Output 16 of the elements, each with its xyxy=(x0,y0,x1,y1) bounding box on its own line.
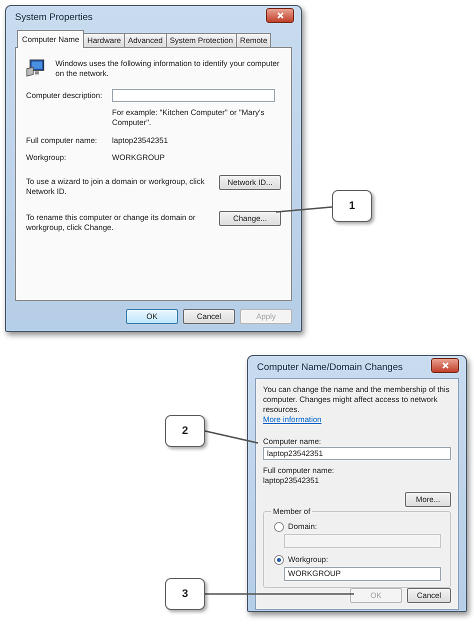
close-button[interactable] xyxy=(266,8,294,22)
callout-number: 3 xyxy=(165,578,205,610)
radio-button[interactable] xyxy=(274,522,284,532)
leader-line xyxy=(204,430,258,444)
text-field[interactable] xyxy=(284,534,441,548)
leader-line xyxy=(276,206,332,213)
callout-number: 1 xyxy=(332,190,372,222)
description-field[interactable] xyxy=(112,89,275,102)
radio-button[interactable] xyxy=(274,555,284,565)
window-title: Computer Name/Domain Changes xyxy=(256,362,403,372)
callout-number: 2 xyxy=(165,415,205,447)
close-icon xyxy=(442,362,448,368)
close-button[interactable] xyxy=(431,358,459,372)
window-title: System Properties xyxy=(14,12,93,22)
close-icon xyxy=(276,12,284,18)
computer-icon xyxy=(26,57,46,79)
